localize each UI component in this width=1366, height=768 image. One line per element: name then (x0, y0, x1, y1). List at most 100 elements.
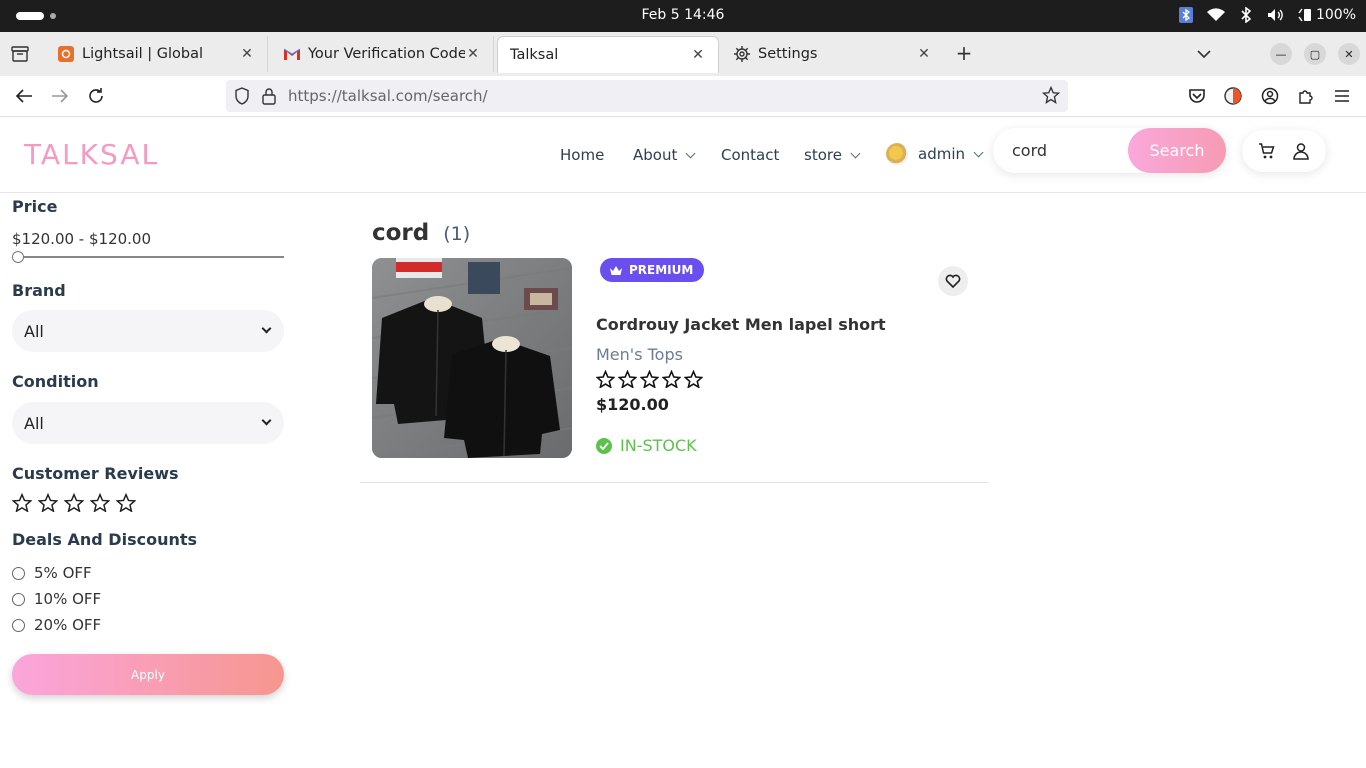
review-stars (12, 493, 136, 512)
extensions-button[interactable] (1295, 85, 1317, 107)
product-card: PREMIUM Cordrouy Jacket Men lapel short … (360, 258, 988, 483)
brand-select[interactable]: All (12, 310, 284, 352)
star-icon (662, 370, 681, 388)
reload-icon (89, 88, 103, 103)
gmail-icon (284, 46, 300, 62)
nav-about-label: About (633, 146, 678, 164)
heart-icon (945, 274, 961, 288)
tab-talksal[interactable]: Talksal ✕ (497, 36, 719, 73)
condition-select[interactable]: All (12, 402, 284, 444)
product-name[interactable]: Cordrouy Jacket Men lapel short (596, 315, 886, 334)
account-button[interactable] (1259, 85, 1281, 107)
hamburger-icon (1335, 90, 1349, 102)
volume-icon[interactable] (1267, 6, 1285, 24)
deal-option[interactable]: 10% OFF (12, 590, 101, 608)
tab-title: Your Verification Code - | (308, 46, 465, 62)
price-range-text: $120.00 - $120.00 (12, 230, 152, 248)
system-tray[interactable]: 100% (1177, 6, 1356, 24)
arrow-right-icon (52, 89, 69, 103)
star-icon[interactable] (38, 493, 58, 512)
bookmark-star-icon[interactable] (1041, 85, 1061, 108)
apply-filters-button[interactable]: Apply (12, 654, 284, 695)
close-tab-icon[interactable]: ✕ (465, 46, 481, 62)
chevron-down-icon (261, 415, 272, 426)
battery-status[interactable]: 100% (1297, 7, 1356, 23)
radio-button[interactable] (12, 618, 25, 632)
extension-button[interactable] (1222, 85, 1244, 107)
radio-button[interactable] (12, 592, 25, 606)
tab-lightsail[interactable]: Lightsail | Global ✕ (46, 36, 268, 72)
nav-about[interactable]: About (633, 146, 696, 164)
product-category[interactable]: Men's Tops (596, 345, 683, 364)
reviews-filter-title: Customer Reviews (12, 464, 179, 483)
star-icon (684, 370, 703, 388)
tab-overview-button[interactable] (8, 42, 32, 66)
search-input[interactable] (993, 128, 1133, 173)
results-count: (1) (443, 223, 471, 245)
radio-button[interactable] (12, 566, 25, 580)
shield-icon[interactable] (234, 87, 250, 109)
list-all-tabs-button[interactable] (1194, 44, 1214, 64)
search-button[interactable]: Search (1128, 128, 1226, 173)
star-icon[interactable] (116, 493, 136, 512)
cart-icon[interactable] (1258, 142, 1276, 164)
nav-admin[interactable]: admin (886, 143, 984, 165)
nav-home-label: Home (560, 146, 605, 164)
star-icon (618, 370, 637, 388)
brand-filter-title: Brand (12, 281, 66, 300)
minimize-button[interactable]: — (1270, 43, 1292, 65)
star-icon[interactable] (64, 493, 84, 512)
nav-home[interactable]: Home (560, 146, 604, 164)
battery-icon (1298, 8, 1311, 22)
account-icon (1261, 87, 1279, 105)
close-tab-icon[interactable]: ✕ (690, 47, 706, 63)
premium-badge: PREMIUM (600, 258, 705, 282)
site-header: TALKSAL Home About Contact store admin S… (0, 118, 1366, 193)
deal-option[interactable]: 5% OFF (12, 564, 92, 582)
bluetooth-icon[interactable] (1237, 6, 1255, 24)
chevron-down-icon (261, 323, 272, 334)
nav-store[interactable]: store (804, 146, 861, 164)
forward-button[interactable] (49, 85, 71, 107)
header-icon-group (1242, 130, 1326, 172)
site-logo[interactable]: TALKSAL (24, 138, 159, 171)
wifi-icon[interactable] (1206, 6, 1225, 24)
app-menu-button[interactable] (1331, 85, 1353, 107)
url-bar[interactable]: https://talksal.com/search/ (226, 80, 1068, 112)
tab-title: Talksal (510, 47, 559, 63)
star-icon (640, 370, 659, 388)
star-icon[interactable] (90, 493, 110, 512)
deal-option[interactable]: 20% OFF (12, 616, 101, 634)
nav-contact[interactable]: Contact (721, 146, 779, 164)
lock-icon[interactable] (262, 87, 276, 109)
chevron-down-icon (1197, 50, 1211, 59)
pocket-button[interactable] (1186, 85, 1208, 107)
url-text[interactable]: https://talksal.com/search/ (288, 87, 488, 105)
back-button[interactable] (13, 85, 35, 107)
chevron-down-icon (685, 148, 696, 158)
arrow-left-icon (15, 89, 32, 103)
user-icon[interactable] (1292, 142, 1310, 164)
new-tab-button[interactable]: + (954, 43, 974, 64)
price-slider-track[interactable] (12, 256, 284, 258)
stock-label: IN-STOCK (620, 436, 697, 455)
condition-filter-title: Condition (12, 372, 99, 391)
wishlist-button[interactable] (938, 266, 968, 296)
tab-settings[interactable]: Settings ✕ (722, 36, 944, 72)
deals-filter-title: Deals And Discounts (12, 530, 198, 549)
os-clock[interactable]: Feb 5 14:46 (0, 7, 1366, 23)
os-top-bar: Feb 5 14:46 100% (0, 0, 1366, 32)
close-tab-icon[interactable]: ✕ (239, 46, 255, 62)
browser-tab-strip: Lightsail | Global ✕ Your Verification C… (0, 32, 1366, 76)
close-tab-icon[interactable]: ✕ (916, 46, 932, 62)
accessibility-icon[interactable] (1177, 6, 1195, 24)
reload-button[interactable] (85, 85, 107, 107)
tab-gmail[interactable]: Your Verification Code - | ✕ (272, 36, 494, 72)
product-image[interactable] (372, 258, 572, 458)
maximize-button[interactable]: ▢ (1304, 43, 1326, 65)
close-window-button[interactable]: ✕ (1338, 43, 1360, 65)
puzzle-icon (1299, 90, 1313, 104)
price-slider-thumb[interactable] (12, 251, 24, 263)
archive-icon (11, 46, 29, 62)
star-icon[interactable] (12, 493, 32, 512)
